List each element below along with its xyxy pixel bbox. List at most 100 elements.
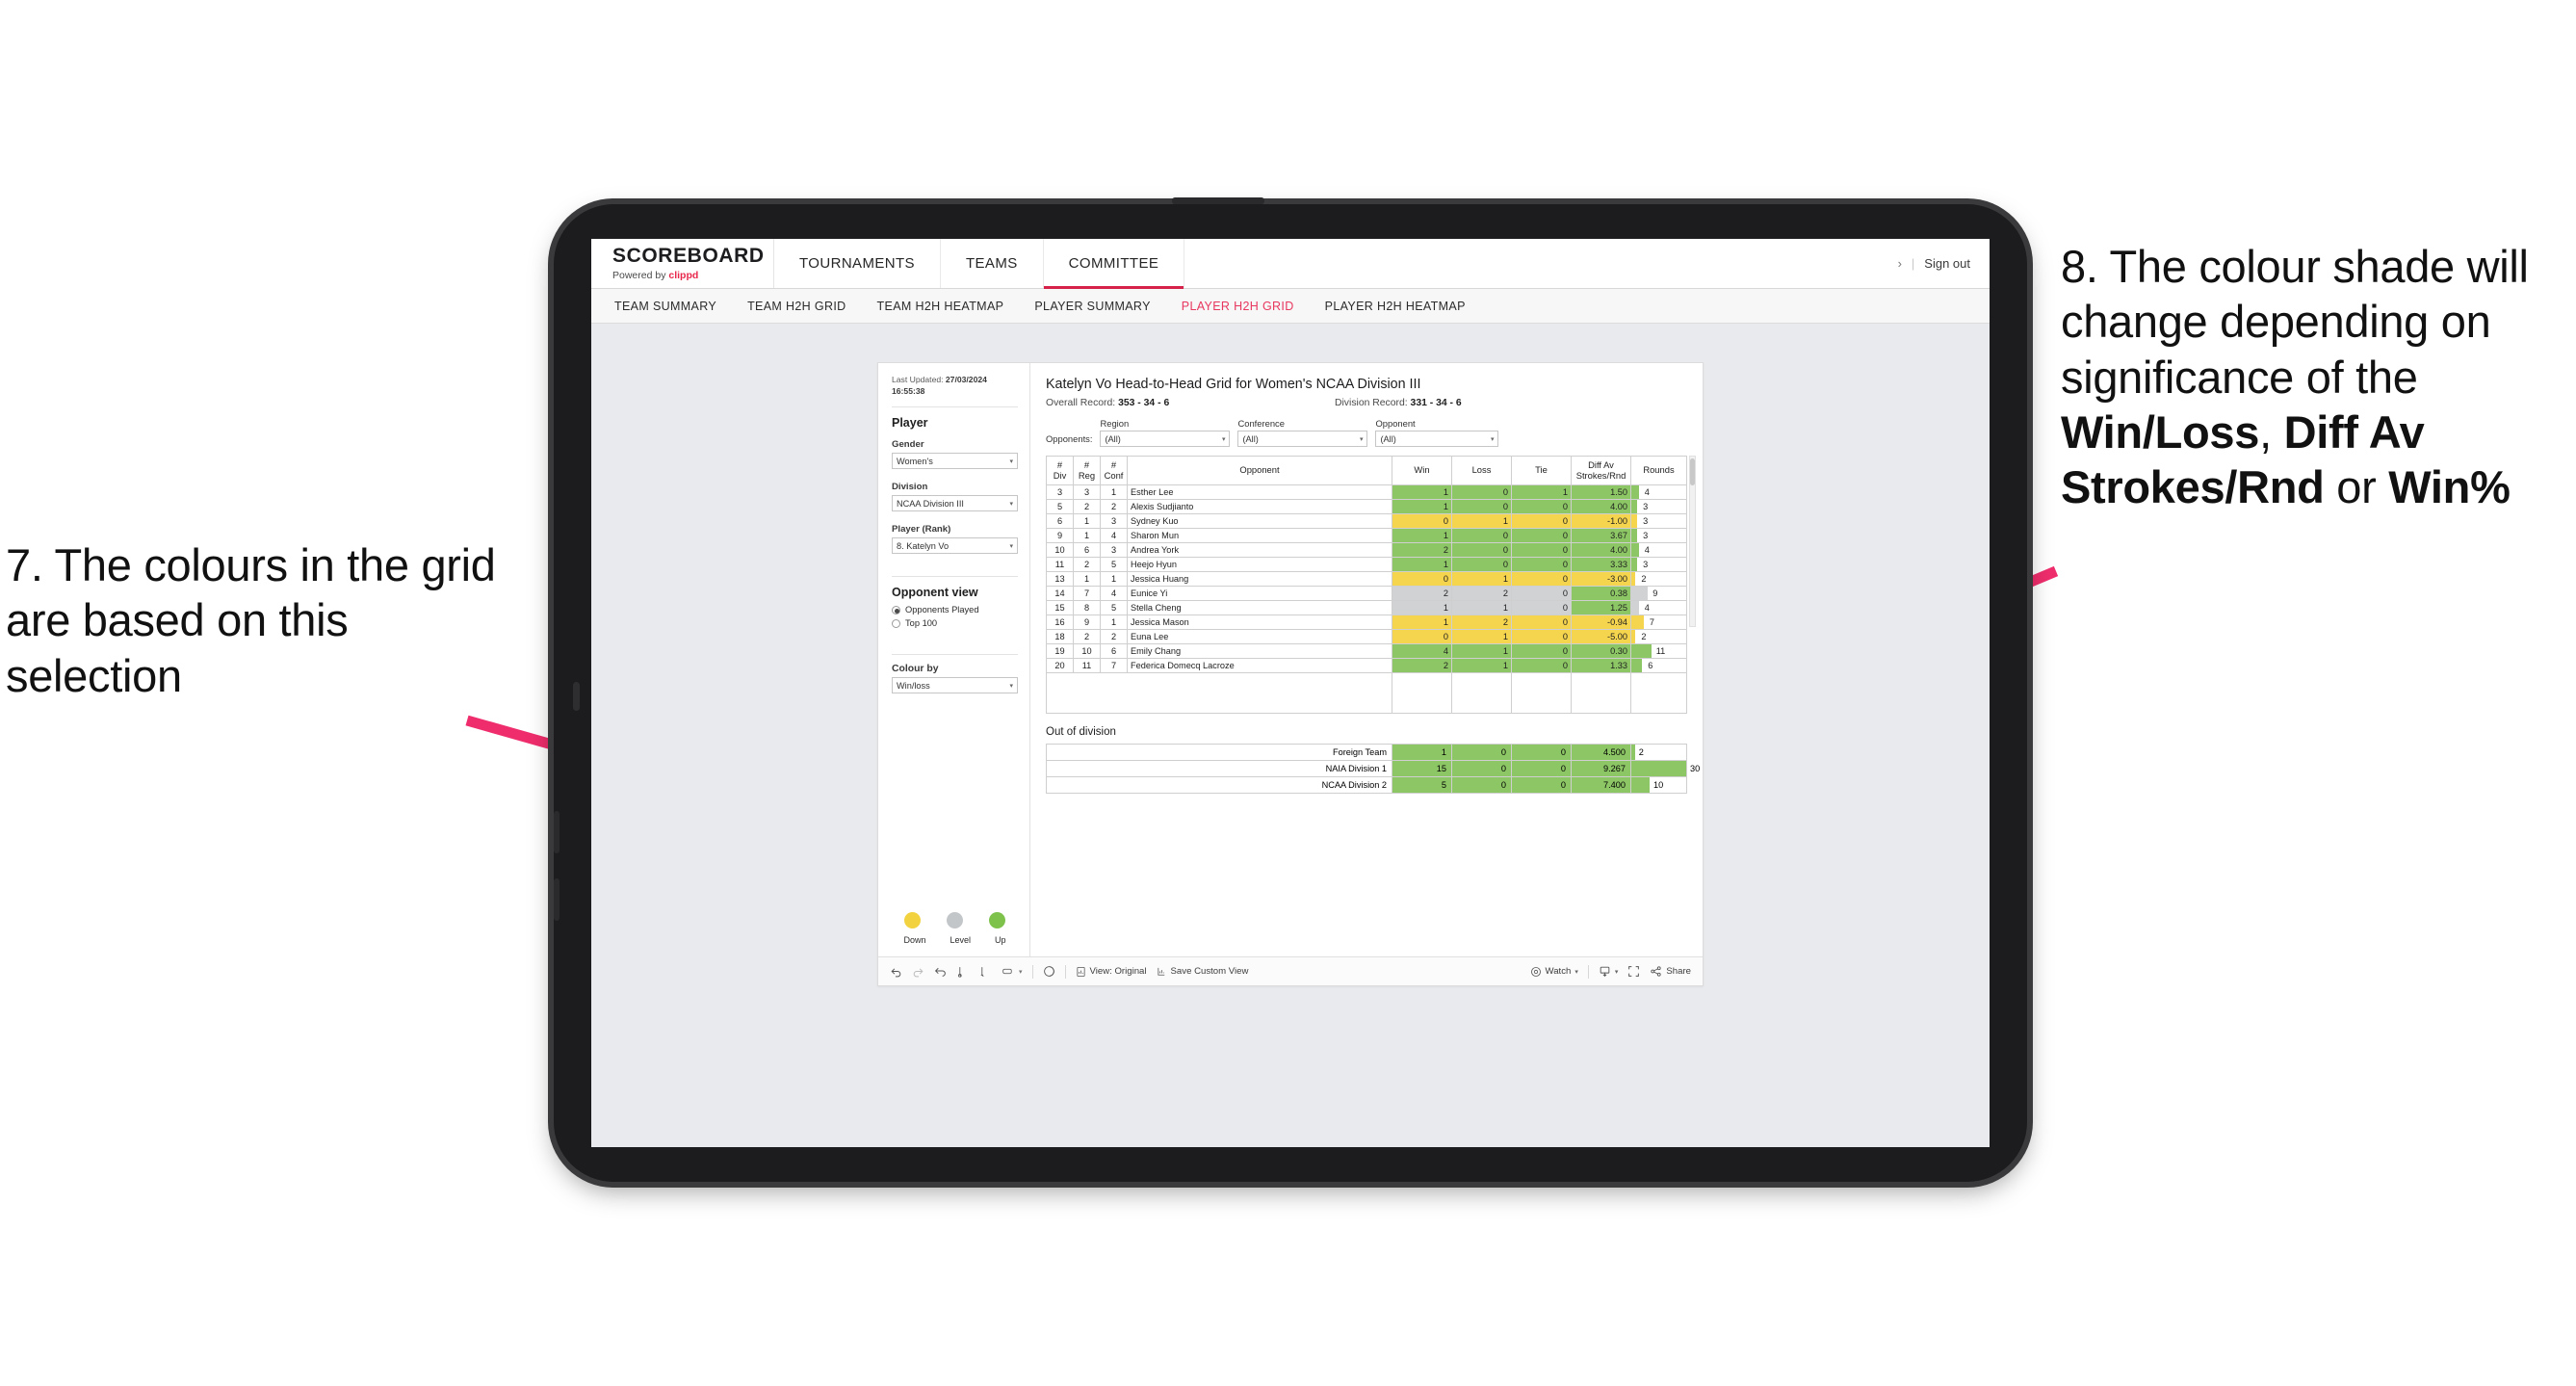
table-row[interactable]: 9 1 4 Sharon Mun 1 0 0 3.67 3: [1046, 528, 1687, 543]
chevron-down-icon: ▾: [1614, 968, 1619, 976]
watch-button[interactable]: Watch ▾: [1530, 966, 1578, 978]
overall-record-label: Overall Record:: [1046, 398, 1116, 408]
share-button[interactable]: Share: [1650, 965, 1691, 978]
table-row[interactable]: 3 3 1 Esther Lee 1 0 1 1.50 4: [1046, 484, 1687, 500]
brand-sub-link[interactable]: clippd: [668, 270, 698, 281]
nav-committee[interactable]: COMMITTEE: [1043, 239, 1185, 289]
cell-rounds: 3: [1630, 513, 1687, 529]
gender-select[interactable]: Women's ▾: [892, 453, 1018, 470]
table-row[interactable]: 14 7 4 Eunice Yi 2 2 0 0.38 9: [1046, 586, 1687, 601]
table-row[interactable]: Foreign Team 1 0 0 4.500 2: [1046, 744, 1687, 761]
cell-win: 1: [1392, 744, 1452, 761]
annotation-right-bold-winpct: Win%: [2388, 461, 2511, 513]
fullscreen-icon[interactable]: [1627, 965, 1640, 978]
table-row[interactable]: 15 8 5 Stella Cheng 1 1 0 1.25 4: [1046, 600, 1687, 615]
opponent-select[interactable]: (All) ▾: [1375, 431, 1499, 447]
table-row[interactable]: 18 2 2 Euna Lee 0 1 0 -5.00 2: [1046, 629, 1687, 644]
grid-vertical-scrollbar[interactable]: [1689, 456, 1696, 627]
col-loss[interactable]: Loss: [1451, 456, 1512, 485]
cell-tie: 0: [1511, 557, 1572, 572]
nav-teams-label: TEAMS: [965, 255, 1018, 272]
refresh-icon[interactable]: [956, 965, 969, 978]
nav-teams[interactable]: TEAMS: [941, 239, 1044, 288]
cell-conf: 4: [1100, 528, 1128, 543]
player-rank-select[interactable]: 8. Katelyn Vo ▾: [892, 537, 1018, 555]
subnav-player-summary[interactable]: PLAYER SUMMARY: [1034, 300, 1150, 313]
pause-auto-update-icon[interactable]: [1043, 965, 1055, 978]
col-reg[interactable]: # Reg: [1073, 456, 1101, 485]
col-opponent[interactable]: Opponent: [1127, 456, 1392, 485]
chevron-right-icon[interactable]: ›: [1898, 256, 1902, 271]
opponent-value: (All): [1380, 433, 1396, 444]
annotation-right: 8. The colour shade will change dependin…: [2061, 239, 2571, 515]
radio-top-100[interactable]: Top 100: [892, 618, 1018, 628]
cell-diff: -1.00: [1571, 513, 1631, 529]
radio-opponents-played[interactable]: Opponents Played: [892, 605, 1018, 615]
brand-logo[interactable]: SCOREBOARD Powered by clippd: [591, 239, 774, 288]
table-row[interactable]: NAIA Division 1 15 0 0 9.267 30: [1046, 760, 1700, 777]
nav-tournaments[interactable]: TOURNAMENTS: [774, 239, 941, 288]
filter-panel: Last Updated: 27/03/2024 16:55:38 Player…: [878, 363, 1030, 956]
save-view-icon: [1157, 966, 1167, 978]
table-row[interactable]: 20 11 7 Federica Domecq Lacroze 2 1 0 1.33 6: [1046, 658, 1687, 673]
filter-region: Region (All) ▾: [1100, 418, 1231, 447]
table-row[interactable]: 6 1 3 Sydney Kuo 0 1 0 -1.00 3: [1046, 513, 1687, 529]
view-original-button[interactable]: View: Original: [1076, 966, 1147, 978]
filter-gender-label: Gender: [892, 439, 924, 451]
chevron-down-icon: ▾: [1574, 968, 1578, 976]
cell-loss: 0: [1451, 776, 1512, 794]
nav-committee-label: COMMITTEE: [1068, 255, 1159, 272]
nav-tournaments-label: TOURNAMENTS: [799, 255, 915, 272]
table-row[interactable]: 16 9 1 Jessica Mason 1 2 0 -0.94 7: [1046, 615, 1687, 630]
table-row[interactable]: 10 6 3 Andrea York 2 0 0 4.00 4: [1046, 542, 1687, 558]
col-div[interactable]: # Div: [1046, 456, 1074, 485]
division-select[interactable]: NCAA Division III ▾: [892, 495, 1018, 512]
cell-ood-name: NCAA Division 2: [1046, 776, 1392, 794]
chevron-down-icon: ▾: [1359, 435, 1364, 443]
subnav-player-h2h-heatmap[interactable]: PLAYER H2H HEATMAP: [1325, 300, 1466, 313]
colour-by-select[interactable]: Win/loss ▾: [892, 677, 1018, 694]
scrollbar-thumb[interactable]: [1690, 458, 1695, 485]
table-row[interactable]: 5 2 2 Alexis Sudjianto 1 0 0 4.00 3: [1046, 499, 1687, 514]
conference-select[interactable]: (All) ▾: [1237, 431, 1368, 447]
cell-conf: 2: [1100, 629, 1128, 644]
share-icon: [1650, 965, 1662, 978]
col-rounds[interactable]: Rounds: [1630, 456, 1687, 485]
revert-icon[interactable]: [934, 965, 947, 978]
table-row[interactable]: 19 10 6 Emily Chang 4 1 0 0.30 11: [1046, 643, 1687, 659]
player-rank-value: 8. Katelyn Vo: [897, 540, 950, 551]
colour-legend: Down Level Up: [892, 912, 1018, 949]
filter-division-label: Division: [892, 482, 928, 493]
col-tie[interactable]: Tie: [1511, 456, 1572, 485]
cell-rounds: 7: [1630, 615, 1687, 630]
legend-swatches: [892, 912, 1018, 928]
grid-header-row: # Div # Reg # Conf Opponent Win Loss Tie Di…: [1046, 456, 1687, 485]
subnav-team-summary[interactable]: TEAM SUMMARY: [614, 300, 716, 313]
download-button[interactable]: ▾: [1599, 965, 1619, 978]
col-conf[interactable]: # Conf: [1100, 456, 1128, 485]
col-win[interactable]: Win: [1392, 456, 1452, 485]
radio-top-100-label: Top 100: [905, 618, 938, 629]
pause-icon[interactable]: [978, 965, 991, 978]
device-preview-icon[interactable]: ▾: [1001, 965, 1023, 978]
last-updated-label: Last Updated:: [892, 375, 944, 384]
chevron-down-icon: ▾: [1009, 682, 1013, 690]
redo-icon[interactable]: [912, 965, 924, 978]
subnav-player-h2h-grid[interactable]: PLAYER H2H GRID: [1182, 300, 1294, 313]
cell-diff: -0.94: [1571, 615, 1631, 630]
subnav-team-h2h-heatmap[interactable]: TEAM H2H HEATMAP: [877, 300, 1004, 313]
col-diff-av-strokes[interactable]: Diff Av Strokes/Rnd: [1571, 456, 1631, 485]
table-row[interactable]: 13 1 1 Jessica Huang 0 1 0 -3.00 2: [1046, 571, 1687, 587]
filter-conference: Conference (All) ▾: [1237, 418, 1368, 447]
cell-diff: -3.00: [1571, 571, 1631, 587]
subnav-team-h2h-grid[interactable]: TEAM H2H GRID: [747, 300, 846, 313]
cell-win: 5: [1392, 776, 1452, 794]
sign-out-link[interactable]: Sign out: [1924, 256, 1970, 271]
table-row[interactable]: 11 2 5 Heejo Hyun 1 0 0 3.33 3: [1046, 557, 1687, 572]
save-custom-view-button[interactable]: Save Custom View: [1157, 966, 1248, 978]
table-row[interactable]: NCAA Division 2 5 0 0 7.400 10: [1046, 776, 1687, 794]
region-select[interactable]: (All) ▾: [1100, 431, 1231, 447]
undo-icon[interactable]: [890, 965, 902, 978]
opponent-caption: Opponent: [1375, 418, 1416, 429]
cell-rounds: 3: [1630, 528, 1687, 543]
